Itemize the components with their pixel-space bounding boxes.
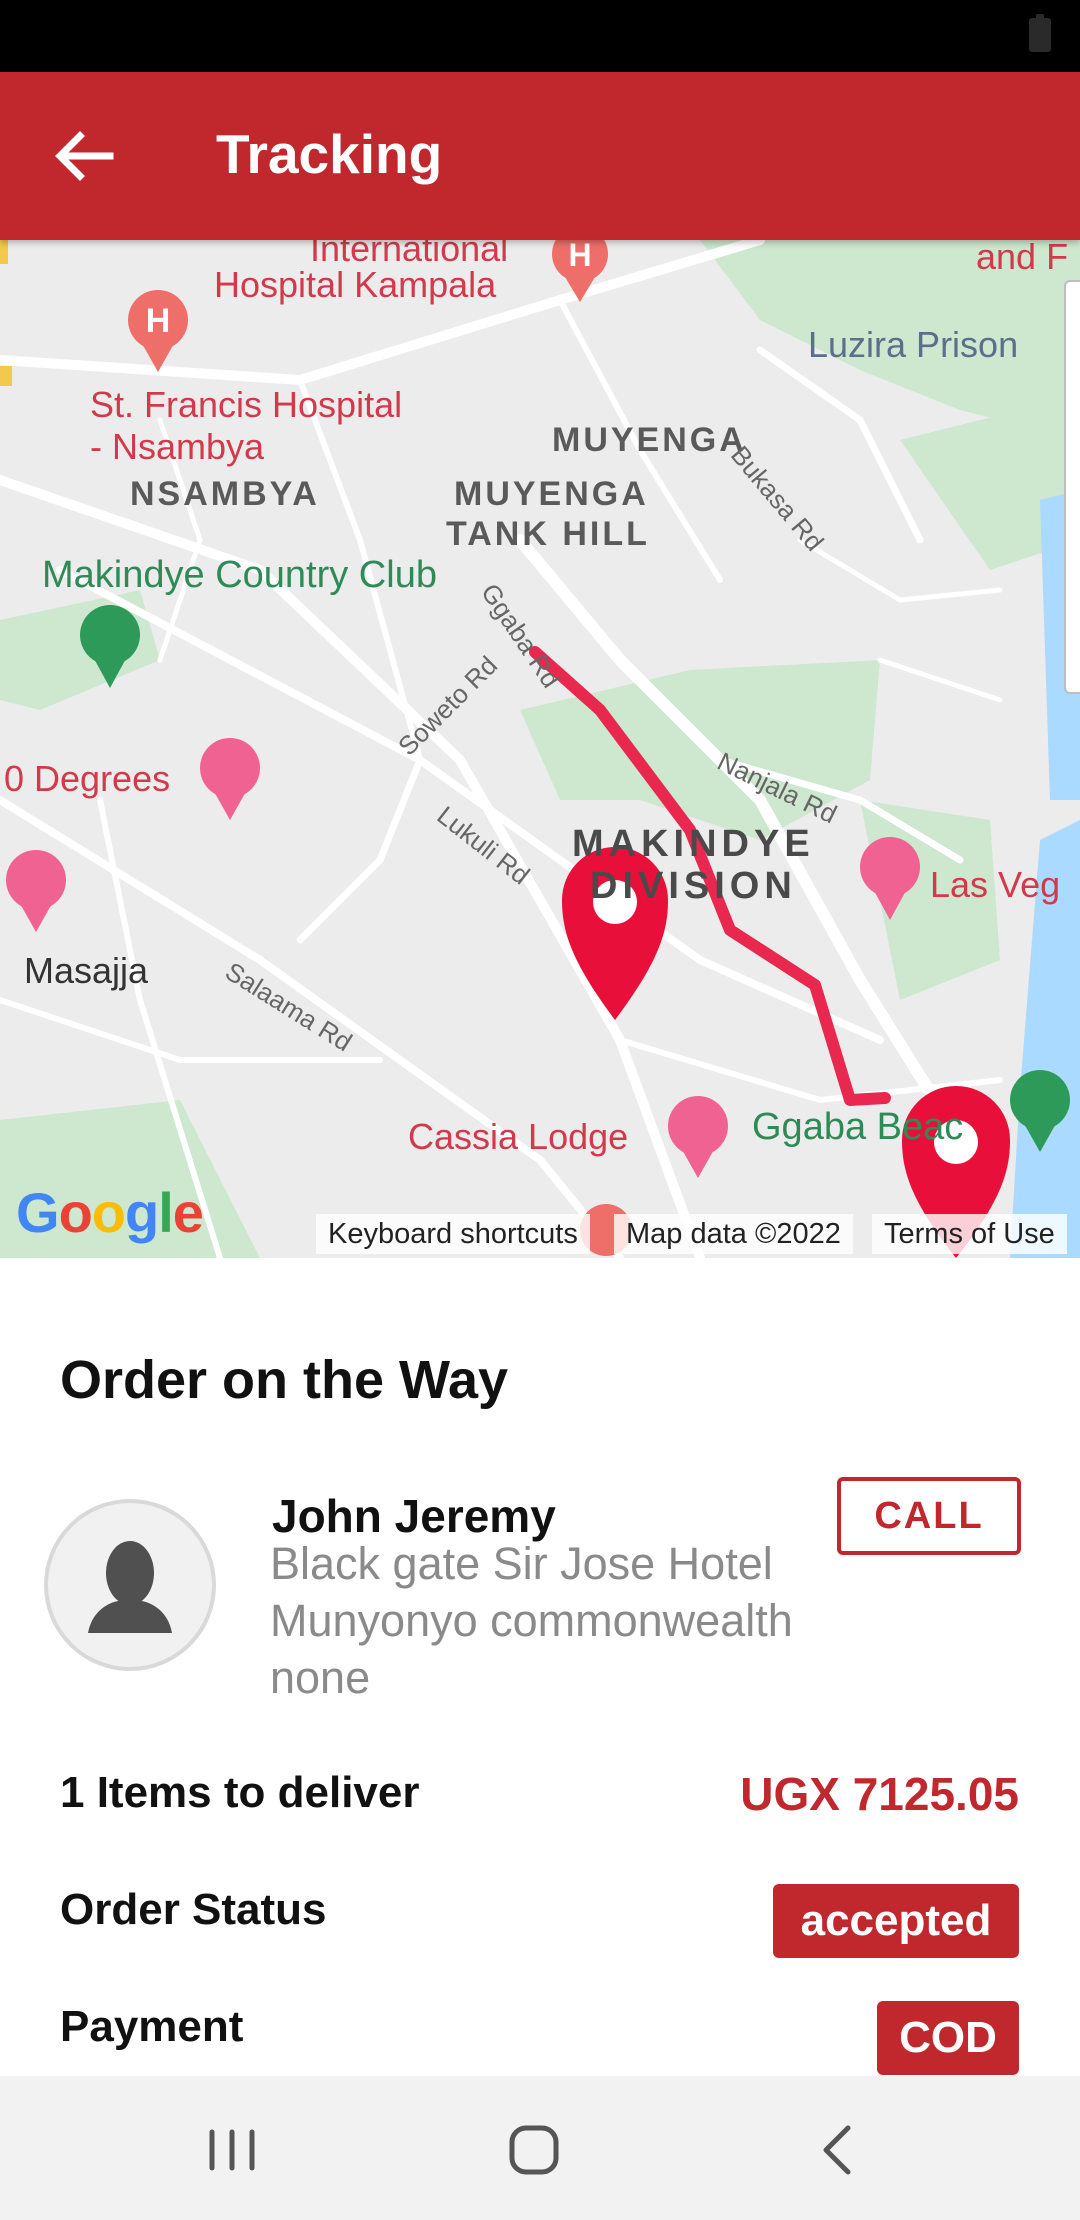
map-label-division: DIVISION — [590, 865, 797, 907]
map-label-cassia-lodge: Cassia Lodge — [408, 1116, 629, 1157]
back-nav-button[interactable] — [798, 2110, 878, 2190]
arrow-left-icon — [55, 131, 114, 181]
status-bar — [0, 0, 1080, 72]
map-label-makindye: MAKINDYE — [572, 823, 815, 865]
payment-badge: COD — [877, 2001, 1019, 2075]
google-logo: Google — [16, 1181, 204, 1244]
map-label-st-francis: St. Francis Hospital — [90, 384, 403, 425]
payment-label: Payment — [60, 2002, 244, 2051]
status-badge: accepted — [773, 1884, 1019, 1958]
address-line-3: none — [270, 1652, 371, 1703]
map-label-zero-degrees: 0 Degrees — [4, 758, 171, 799]
home-button[interactable] — [494, 2110, 574, 2190]
map-label-muyenga: MUYENGA — [552, 421, 747, 459]
address-line-2: Munyonyo commonwealth — [270, 1595, 793, 1646]
map-label-and-f: and F — [976, 240, 1069, 277]
recent-apps-icon — [209, 2129, 255, 2171]
address-line-1: Black gate Sir Jose Hotel — [270, 1538, 773, 1589]
home-icon — [509, 2125, 559, 2175]
items-count-label: 1 Items to deliver — [60, 1768, 420, 1817]
map-data-attribution: Map data ©2022 — [614, 1214, 853, 1254]
map-label-masajja: Masajja — [24, 950, 149, 991]
back-button[interactable] — [40, 112, 128, 200]
avatar — [44, 1499, 216, 1671]
map-label-nsambya: NSAMBYA — [130, 475, 320, 513]
order-status-label: Order Status — [60, 1885, 327, 1934]
map-label-hospital-kampala: Hospital Kampala — [214, 264, 497, 305]
page-title: Tracking — [216, 123, 443, 185]
order-heading: Order on the Way — [60, 1350, 509, 1410]
call-button[interactable]: CALL — [837, 1477, 1021, 1555]
map-label-ggaba-beach: Ggaba Beac — [752, 1106, 964, 1148]
map-view[interactable]: H H International Hospital Kampala and F… — [0, 240, 1080, 1258]
terms-of-use-link[interactable]: Terms of Use — [872, 1214, 1067, 1254]
system-nav-bar — [0, 2076, 1080, 2220]
map-control-edge[interactable] — [1064, 280, 1080, 694]
map-label-luzira-prison: Luzira Prison — [808, 324, 1019, 365]
customer-name: John Jeremy — [272, 1490, 556, 1542]
map-label-makindye-country-club: Makindye Country Club — [42, 554, 437, 596]
map-label-muyenga-tank-hill: MUYENGA — [454, 475, 649, 513]
map-label-nsambya-hospital: - Nsambya — [90, 426, 265, 467]
map-label-tank-hill: TANK HILL — [446, 515, 650, 553]
app-bar: Tracking — [0, 72, 1080, 240]
svg-text:H: H — [568, 240, 591, 273]
order-total: UGX 7125.05 — [740, 1768, 1019, 1820]
recent-apps-button[interactable] — [192, 2110, 272, 2190]
map-label-las-vegas: Las Veg — [930, 864, 1061, 905]
keyboard-shortcuts-link[interactable]: Keyboard shortcuts — [316, 1214, 590, 1254]
svg-text:H: H — [146, 302, 171, 340]
person-icon — [88, 1541, 172, 1633]
chevron-left-icon — [823, 2125, 851, 2175]
battery-icon — [1029, 14, 1051, 52]
